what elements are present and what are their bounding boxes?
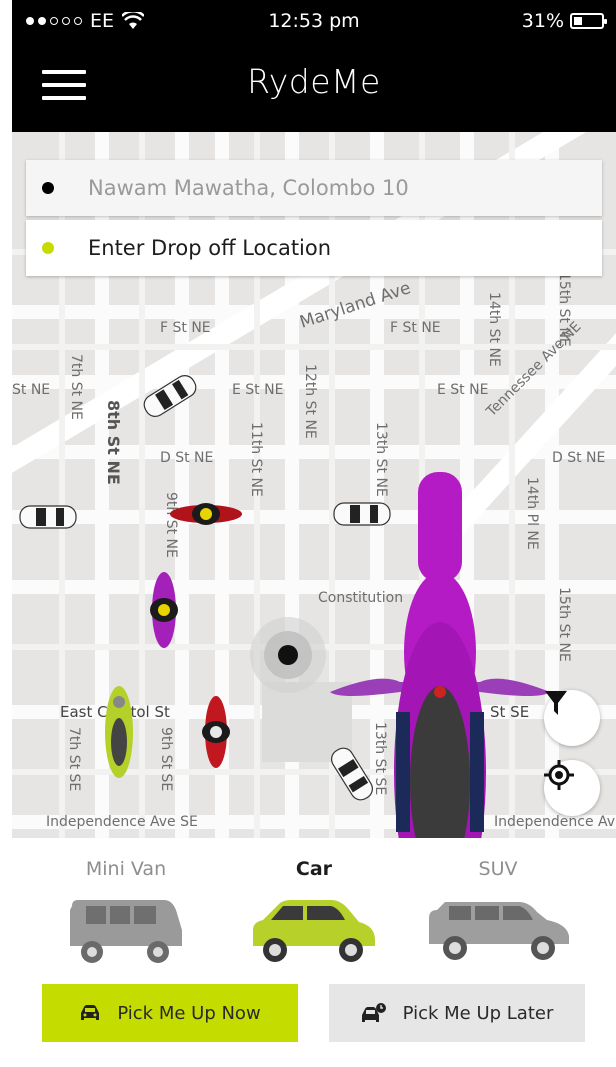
pickup-location-field[interactable]: Nawam Mawatha, Colombo 10 (26, 160, 602, 216)
street-label: St NE (12, 382, 50, 398)
current-location-marker (250, 617, 326, 693)
my-location-button[interactable] (544, 760, 600, 816)
mini-van-icon (70, 900, 182, 963)
street-label: E St NE (232, 382, 283, 398)
filter-icon (545, 691, 567, 715)
vehicle-label: Mini Van (85, 858, 167, 880)
street-label: 7th St SE (66, 727, 82, 791)
filter-button[interactable] (544, 690, 600, 746)
street-label: St SE (490, 703, 529, 721)
car-clock-icon (361, 1003, 386, 1022)
street-label: 14th St NE (486, 292, 502, 367)
street-label: 9th St NE (163, 492, 179, 558)
car-selected-icon (253, 900, 375, 962)
battery-percent: 31% (521, 10, 564, 32)
battery-icon (570, 13, 607, 29)
street-label: F St NE (160, 320, 211, 336)
street-label: 8th St NE (104, 400, 123, 485)
pick-me-up-later-label: Pick Me Up Later (402, 1002, 554, 1024)
vehicle-label: SUV (478, 858, 518, 880)
street-label: E St NE (437, 382, 488, 398)
street-label: 14th Pl NE (524, 477, 540, 550)
street-label: 13th St NE (373, 422, 389, 497)
app-screen: EE 12:53 pm 31% RydeMe F St NE F St NE E… (12, 0, 616, 1067)
street-label: 15th St NE (556, 587, 572, 662)
vehicle-option-car[interactable]: Car (224, 858, 404, 966)
pick-me-up-now-label: Pick Me Up Now (117, 1002, 261, 1024)
street-label: D St NE (160, 450, 213, 466)
car-icon (81, 1005, 100, 1020)
dropoff-location-text: Enter Drop off Location (88, 236, 332, 260)
street-label: 9th St SE (158, 727, 174, 791)
street-label: 15th St NE (556, 272, 572, 347)
street-label: Independence Ave SE (46, 814, 198, 830)
app-header: RydeMe (12, 44, 616, 132)
app-title: RydeMe (247, 62, 381, 101)
vehicle-option-suv[interactable]: SUV (408, 858, 588, 966)
street-label: D St NE (552, 450, 605, 466)
vehicle-label: Car (295, 858, 333, 880)
dropoff-dot-icon (42, 242, 54, 254)
suv-icon (429, 902, 569, 960)
car-marker (333, 502, 391, 526)
street-label: 13th St SE (372, 722, 388, 795)
street-label: F St NE (390, 320, 441, 336)
pickup-location-text: Nawam Mawatha, Colombo 10 (88, 176, 409, 200)
status-bar: EE 12:53 pm 31% (12, 0, 616, 44)
pickup-dot-icon (42, 182, 54, 194)
motorbike-marker (105, 686, 133, 778)
street-label: Independence Av (494, 814, 615, 830)
street-label: Constitution (318, 590, 403, 606)
vehicle-option-mini-van[interactable]: Mini Van (36, 858, 216, 966)
street-label: 11th St NE (248, 422, 264, 497)
map-view[interactable]: F St NE F St NE E St NE E St NE St NE D … (12, 132, 616, 838)
pick-me-up-later-button[interactable]: Pick Me Up Later (329, 984, 585, 1042)
car-marker (19, 505, 77, 529)
dropoff-location-field[interactable]: Enter Drop off Location (26, 220, 602, 276)
street-label: 7th St NE (68, 354, 84, 420)
pick-me-up-now-button[interactable]: Pick Me Up Now (42, 984, 298, 1042)
street-label: 12th St NE (302, 364, 318, 439)
gps-target-icon (544, 760, 574, 790)
